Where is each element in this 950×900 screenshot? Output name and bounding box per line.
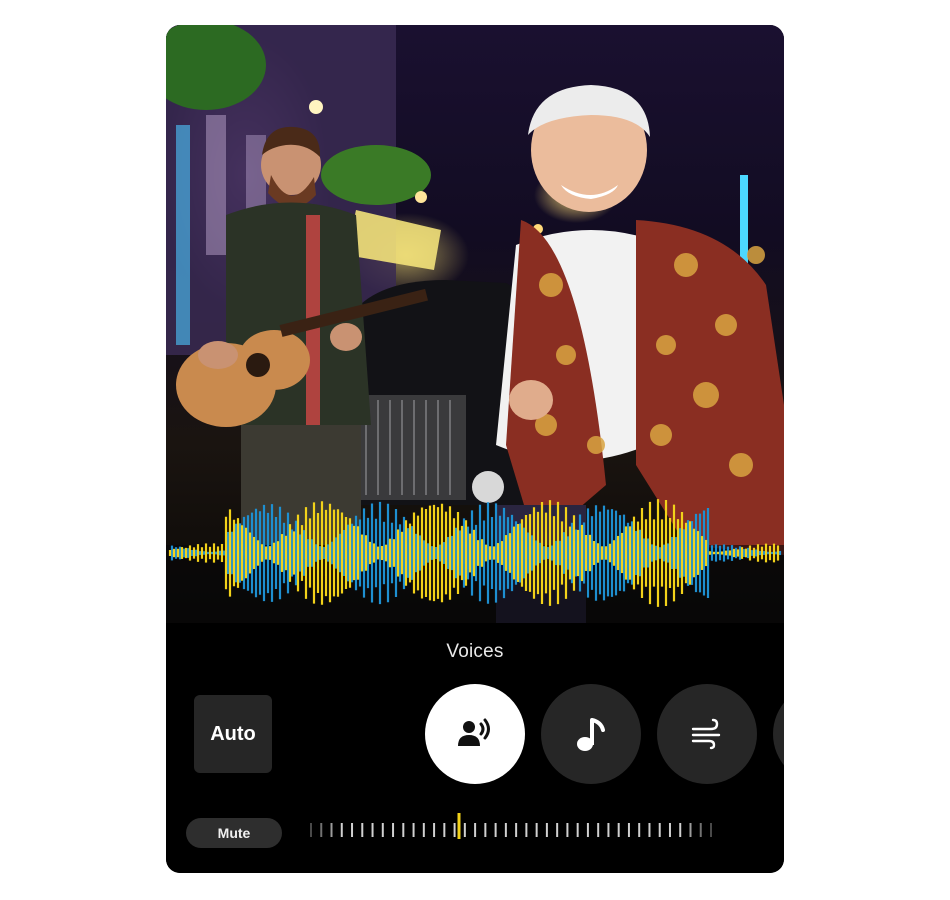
auto-button[interactable]: Auto xyxy=(194,695,272,773)
wind-icon xyxy=(691,718,721,750)
music-category-button[interactable] xyxy=(541,684,641,784)
selected-mode-label: Voices xyxy=(446,641,504,662)
music-note-icon xyxy=(577,718,605,751)
audio-controls-panel: Voices Auto Mute xyxy=(166,623,784,873)
voice-icon xyxy=(458,718,490,746)
video-preview xyxy=(166,25,784,623)
audio-eraser-screen: Voices Auto Mute xyxy=(166,25,784,873)
mute-button[interactable]: Mute xyxy=(186,818,282,848)
audio-waveform[interactable] xyxy=(166,25,784,623)
wind-category-button[interactable] xyxy=(657,684,757,784)
level-slider[interactable] xyxy=(306,809,766,849)
more-category-button[interactable] xyxy=(773,684,784,784)
voices-category-button[interactable] xyxy=(425,684,525,784)
